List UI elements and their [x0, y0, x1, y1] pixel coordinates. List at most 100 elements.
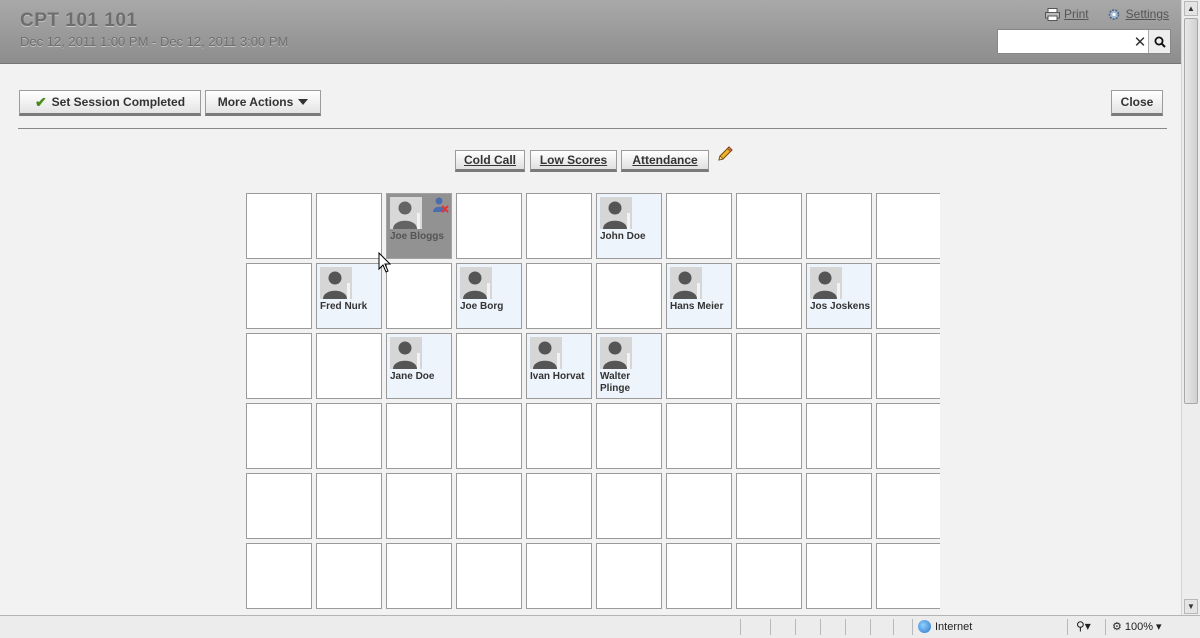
seat-empty[interactable] [596, 263, 662, 329]
seat-occupied[interactable]: Walter Plinge [596, 333, 662, 399]
seat-empty[interactable] [246, 473, 312, 539]
seat-empty[interactable] [386, 473, 452, 539]
seat-empty[interactable] [666, 333, 732, 399]
protected-mode-icon[interactable]: ⚲▾ [1076, 619, 1091, 633]
student-name: Joe Bloggs [390, 231, 444, 242]
seat-empty[interactable] [526, 543, 592, 609]
zoom-level[interactable]: ⚙ 100% ▾ [1112, 620, 1162, 634]
seat-empty[interactable] [666, 193, 732, 259]
more-actions-label: More Actions [217, 95, 294, 109]
seat-empty[interactable] [526, 473, 592, 539]
cold-call-button[interactable]: Cold Call [455, 150, 525, 172]
search-button[interactable] [1148, 30, 1170, 53]
seat-empty[interactable] [876, 333, 940, 399]
student-avatar-icon [670, 267, 702, 299]
set-session-completed-button[interactable]: ✔ Set Session Completed [19, 90, 201, 116]
seat-empty[interactable] [666, 403, 732, 469]
seat-empty[interactable] [736, 263, 802, 329]
low-scores-button[interactable]: Low Scores [530, 150, 617, 172]
seat-occupied[interactable]: Ivan Horvat [526, 333, 592, 399]
student-avatar-icon [390, 197, 422, 229]
seat-empty[interactable] [456, 473, 522, 539]
seat-occupied[interactable]: John Doe [596, 193, 662, 259]
seat-empty[interactable] [736, 333, 802, 399]
seat-empty[interactable] [526, 263, 592, 329]
seat-empty[interactable] [456, 333, 522, 399]
seat-empty[interactable] [246, 193, 312, 259]
seat-empty[interactable] [526, 193, 592, 259]
seat-empty[interactable] [736, 473, 802, 539]
seat-empty[interactable] [736, 543, 802, 609]
security-zone[interactable]: Internet [918, 620, 972, 633]
seat-empty[interactable] [456, 193, 522, 259]
close-label: Close [1120, 95, 1154, 109]
seat-empty[interactable] [316, 333, 382, 399]
seat-occupied[interactable]: Fred Nurk [316, 263, 382, 329]
seat-empty[interactable] [806, 473, 872, 539]
vertical-scrollbar[interactable]: ▲ ▼ [1181, 0, 1200, 615]
search-icon [1154, 36, 1166, 48]
more-actions-button[interactable]: More Actions [205, 90, 321, 116]
student-name: Jos Joskens [810, 301, 871, 312]
seat-empty[interactable] [456, 543, 522, 609]
edit-pencil-icon[interactable] [716, 145, 734, 163]
seat-empty[interactable] [246, 333, 312, 399]
seat-occupied[interactable]: Joe Borg [456, 263, 522, 329]
student-avatar-icon [460, 267, 492, 299]
seat-empty[interactable] [386, 543, 452, 609]
settings-label: Settings [1125, 7, 1169, 21]
seat-occupied[interactable]: Hans Meier [666, 263, 732, 329]
seat-empty[interactable] [386, 263, 452, 329]
search-box: ✕ [997, 29, 1171, 54]
seat-occupied[interactable]: Jos Joskens [806, 263, 872, 329]
settings-link[interactable]: Settings [1107, 7, 1169, 21]
seat-occupied[interactable]: Joe Bloggs [386, 193, 452, 259]
seat-empty[interactable] [876, 473, 940, 539]
print-link[interactable]: Print [1044, 7, 1089, 21]
seat-empty[interactable] [806, 543, 872, 609]
set-session-completed-label: Set Session Completed [51, 95, 186, 109]
seat-empty[interactable] [806, 193, 872, 259]
close-button[interactable]: Close [1111, 90, 1163, 116]
student-name: Jane Doe [390, 371, 435, 382]
seat-empty[interactable] [246, 403, 312, 469]
seat-empty[interactable] [806, 403, 872, 469]
scroll-down-arrow-icon[interactable]: ▼ [1184, 599, 1198, 614]
seat-empty[interactable] [316, 403, 382, 469]
checkmark-icon: ✔ [34, 93, 47, 110]
seat-empty[interactable] [316, 193, 382, 259]
seat-empty[interactable] [876, 543, 940, 609]
scrollbar-thumb[interactable] [1184, 18, 1198, 404]
student-name: Hans Meier [670, 301, 724, 312]
globe-icon [918, 620, 931, 633]
seat-empty[interactable] [736, 193, 802, 259]
scroll-up-arrow-icon[interactable]: ▲ [1184, 1, 1198, 16]
seat-empty[interactable] [806, 333, 872, 399]
seating-chart-grid: Joe Bloggs John Doe Fred Nurk Joe Borg Hans … [246, 193, 940, 615]
seat-empty[interactable] [736, 403, 802, 469]
seat-empty[interactable] [246, 543, 312, 609]
seat-empty[interactable] [316, 543, 382, 609]
attendance-button[interactable]: Attendance [621, 150, 709, 172]
student-name: Fred Nurk [320, 301, 368, 312]
seat-empty[interactable] [386, 403, 452, 469]
search-input[interactable] [998, 31, 1132, 52]
seat-empty[interactable] [876, 263, 940, 329]
seat-empty[interactable] [666, 543, 732, 609]
zoom-dropdown-icon: ▾ [1156, 621, 1162, 633]
seat-empty[interactable] [596, 403, 662, 469]
seat-empty[interactable] [316, 473, 382, 539]
seat-empty[interactable] [246, 263, 312, 329]
seat-empty[interactable] [666, 473, 732, 539]
seat-empty[interactable] [456, 403, 522, 469]
seat-occupied[interactable]: Jane Doe [386, 333, 452, 399]
clear-search-icon[interactable]: ✕ [1132, 33, 1148, 51]
mark-absent-icon[interactable] [431, 196, 449, 214]
seat-empty[interactable] [596, 543, 662, 609]
security-zone-label: Internet [935, 620, 973, 633]
seat-empty[interactable] [876, 193, 940, 259]
seat-empty[interactable] [526, 403, 592, 469]
seat-empty[interactable] [876, 403, 940, 469]
attendance-label: Attendance [632, 153, 698, 167]
seat-empty[interactable] [596, 473, 662, 539]
